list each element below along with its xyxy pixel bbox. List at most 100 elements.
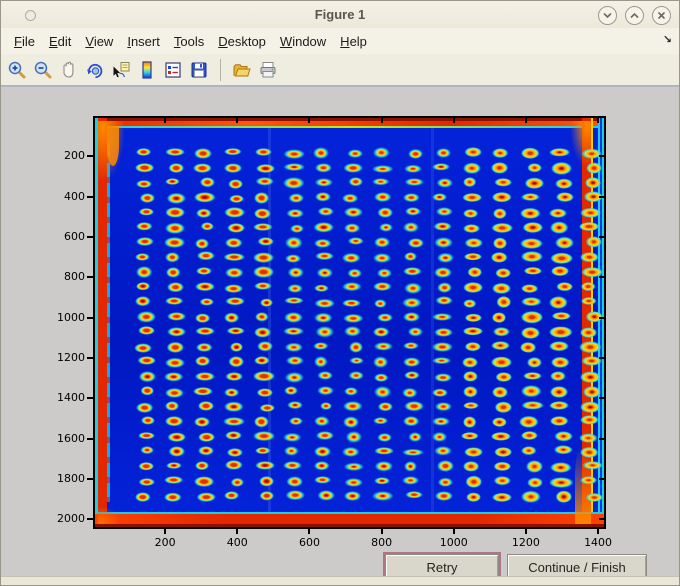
well-spot: [223, 326, 246, 338]
save-figure-button[interactable]: [189, 60, 209, 80]
well-spot: [491, 177, 512, 189]
well-spot: [549, 445, 574, 458]
close-button[interactable]: [652, 6, 671, 25]
well-spot: [373, 296, 393, 309]
well-spot: [372, 147, 393, 159]
well-spot: [431, 430, 453, 443]
print-figure-button[interactable]: [258, 60, 278, 80]
well-spot: [194, 445, 215, 458]
y-tick-mark: [87, 276, 93, 279]
title-bar[interactable]: Figure 1: [1, 1, 679, 29]
insert-colorbar-button[interactable]: [137, 60, 157, 80]
menu-view[interactable]: View: [85, 34, 113, 49]
menu-desktop[interactable]: Desktop: [218, 34, 266, 49]
well-spot: [431, 491, 453, 502]
well-spot: [164, 445, 185, 458]
well-spot: [163, 371, 186, 383]
well-spot: [282, 431, 305, 443]
well-spot: [314, 311, 333, 323]
well-spot: [343, 207, 364, 219]
well-spot: [491, 147, 513, 159]
menu-tools[interactable]: Tools: [174, 34, 204, 49]
well-spot: [343, 326, 363, 338]
y-tick-mark-right: [599, 397, 604, 400]
well-spot: [491, 416, 512, 428]
well-spot: [519, 310, 544, 324]
well-spot: [433, 446, 452, 457]
y-tick-mark-right: [599, 437, 604, 440]
well-spot: [225, 446, 244, 457]
well-spot: [579, 236, 603, 250]
chevron-down-icon: [603, 13, 612, 19]
insert-legend-button[interactable]: [163, 60, 183, 80]
menu-help[interactable]: Help: [340, 34, 367, 49]
pan-button[interactable]: [59, 60, 79, 80]
well-spot: [164, 356, 186, 368]
well-spot: [194, 281, 215, 293]
well-spot: [254, 191, 274, 204]
well-spot: [431, 296, 453, 309]
well-spot: [492, 327, 511, 338]
x-tick-mark-top: [236, 118, 239, 123]
well-spot: [344, 222, 363, 233]
well-spot: [549, 459, 573, 474]
well-spot: [284, 282, 303, 293]
well-spot: [284, 236, 303, 249]
maximize-button[interactable]: [625, 6, 644, 25]
well-spot: [579, 326, 603, 338]
menu-file[interactable]: File: [14, 34, 35, 49]
save-icon: [191, 62, 207, 77]
data-cursor-icon: [113, 61, 130, 77]
well-spot: [549, 416, 574, 428]
well-spot: [285, 252, 303, 263]
well-spot: [373, 251, 393, 264]
menu-insert[interactable]: Insert: [127, 34, 160, 49]
well-spot: [549, 221, 573, 234]
zoom-out-button[interactable]: [33, 60, 53, 80]
rotate-3d-button[interactable]: [85, 60, 105, 80]
menu-window[interactable]: Window: [280, 34, 326, 49]
y-tick-mark: [87, 235, 93, 238]
well-spot: [135, 178, 155, 188]
y-tick-mark: [87, 316, 93, 319]
well-spot: [431, 416, 453, 427]
well-spot: [403, 357, 422, 367]
well-spot: [164, 430, 186, 443]
shade-button[interactable]: [598, 6, 617, 25]
well-spot: [164, 148, 186, 159]
well-spot: [254, 297, 274, 308]
well-spot: [549, 296, 574, 309]
well-spot: [463, 176, 482, 189]
well-spot: [521, 266, 542, 279]
well-spot: [579, 340, 603, 354]
well-spot: [548, 207, 574, 218]
well-spot: [461, 252, 483, 263]
well-spot: [492, 461, 511, 472]
well-spot: [254, 356, 274, 368]
well-spot: [402, 326, 423, 338]
well-spot: [225, 460, 244, 473]
dock-figure-icon[interactable]: ↘: [663, 33, 672, 46]
open-file-button[interactable]: [232, 60, 252, 80]
well-spot: [403, 371, 422, 383]
well-spot: [136, 222, 155, 234]
well-spot: [223, 222, 245, 233]
well-spot: [462, 386, 482, 398]
data-cursor-button[interactable]: [111, 60, 131, 80]
y-tick-mark-right: [599, 356, 604, 359]
well-spot: [549, 147, 574, 159]
well-spot: [462, 475, 483, 488]
y-tick-mark-right: [599, 276, 604, 279]
window-menu-icon[interactable]: [25, 10, 36, 21]
well-spot: [254, 311, 274, 323]
well-spot: [342, 237, 365, 248]
zoom-in-button[interactable]: [7, 60, 27, 80]
well-spot: [431, 326, 454, 338]
menu-edit[interactable]: Edit: [49, 34, 71, 49]
well-spot: [194, 236, 215, 249]
well-spot: [253, 251, 276, 264]
well-spot: [431, 312, 454, 322]
well-spot: [461, 446, 483, 457]
x-tick-label: 1200: [511, 536, 540, 549]
well-spot: [343, 177, 363, 189]
